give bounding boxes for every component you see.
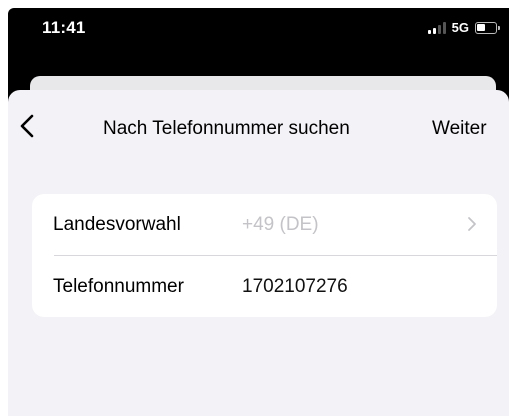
navigation-bar: Nach Telefonnummer suchen Weiter — [8, 90, 509, 150]
page-title: Nach Telefonnummer suchen — [103, 118, 350, 139]
phone-number-input[interactable]: 1702107276 — [242, 276, 348, 298]
phone-number-row[interactable]: Telefonnummer 1702107276 — [32, 256, 497, 317]
country-code-row[interactable]: Landesvorwahl +49 (DE) — [32, 194, 497, 255]
status-bar: 11:41 5G — [8, 8, 509, 80]
phone-search-form: Landesvorwahl +49 (DE) Telefonnummer 170… — [32, 194, 497, 317]
network-label: 5G — [451, 20, 469, 35]
next-button[interactable]: Weiter — [432, 118, 487, 140]
modal-sheet: Nach Telefonnummer suchen Weiter Landesv… — [8, 90, 509, 416]
signal-icon — [427, 21, 446, 34]
chevron-right-icon — [468, 217, 476, 231]
country-code-label: Landesvorwahl — [53, 213, 181, 235]
phone-screen: 11:41 5G Nach Telefonnummer suchen Weite… — [8, 8, 509, 416]
country-code-value[interactable]: +49 (DE) — [242, 214, 319, 236]
status-icons: 5G — [427, 20, 500, 35]
status-time: 11:41 — [42, 18, 86, 37]
phone-number-label: Telefonnummer — [53, 275, 184, 297]
battery-icon — [475, 21, 500, 34]
chevron-left-icon[interactable] — [18, 114, 36, 138]
